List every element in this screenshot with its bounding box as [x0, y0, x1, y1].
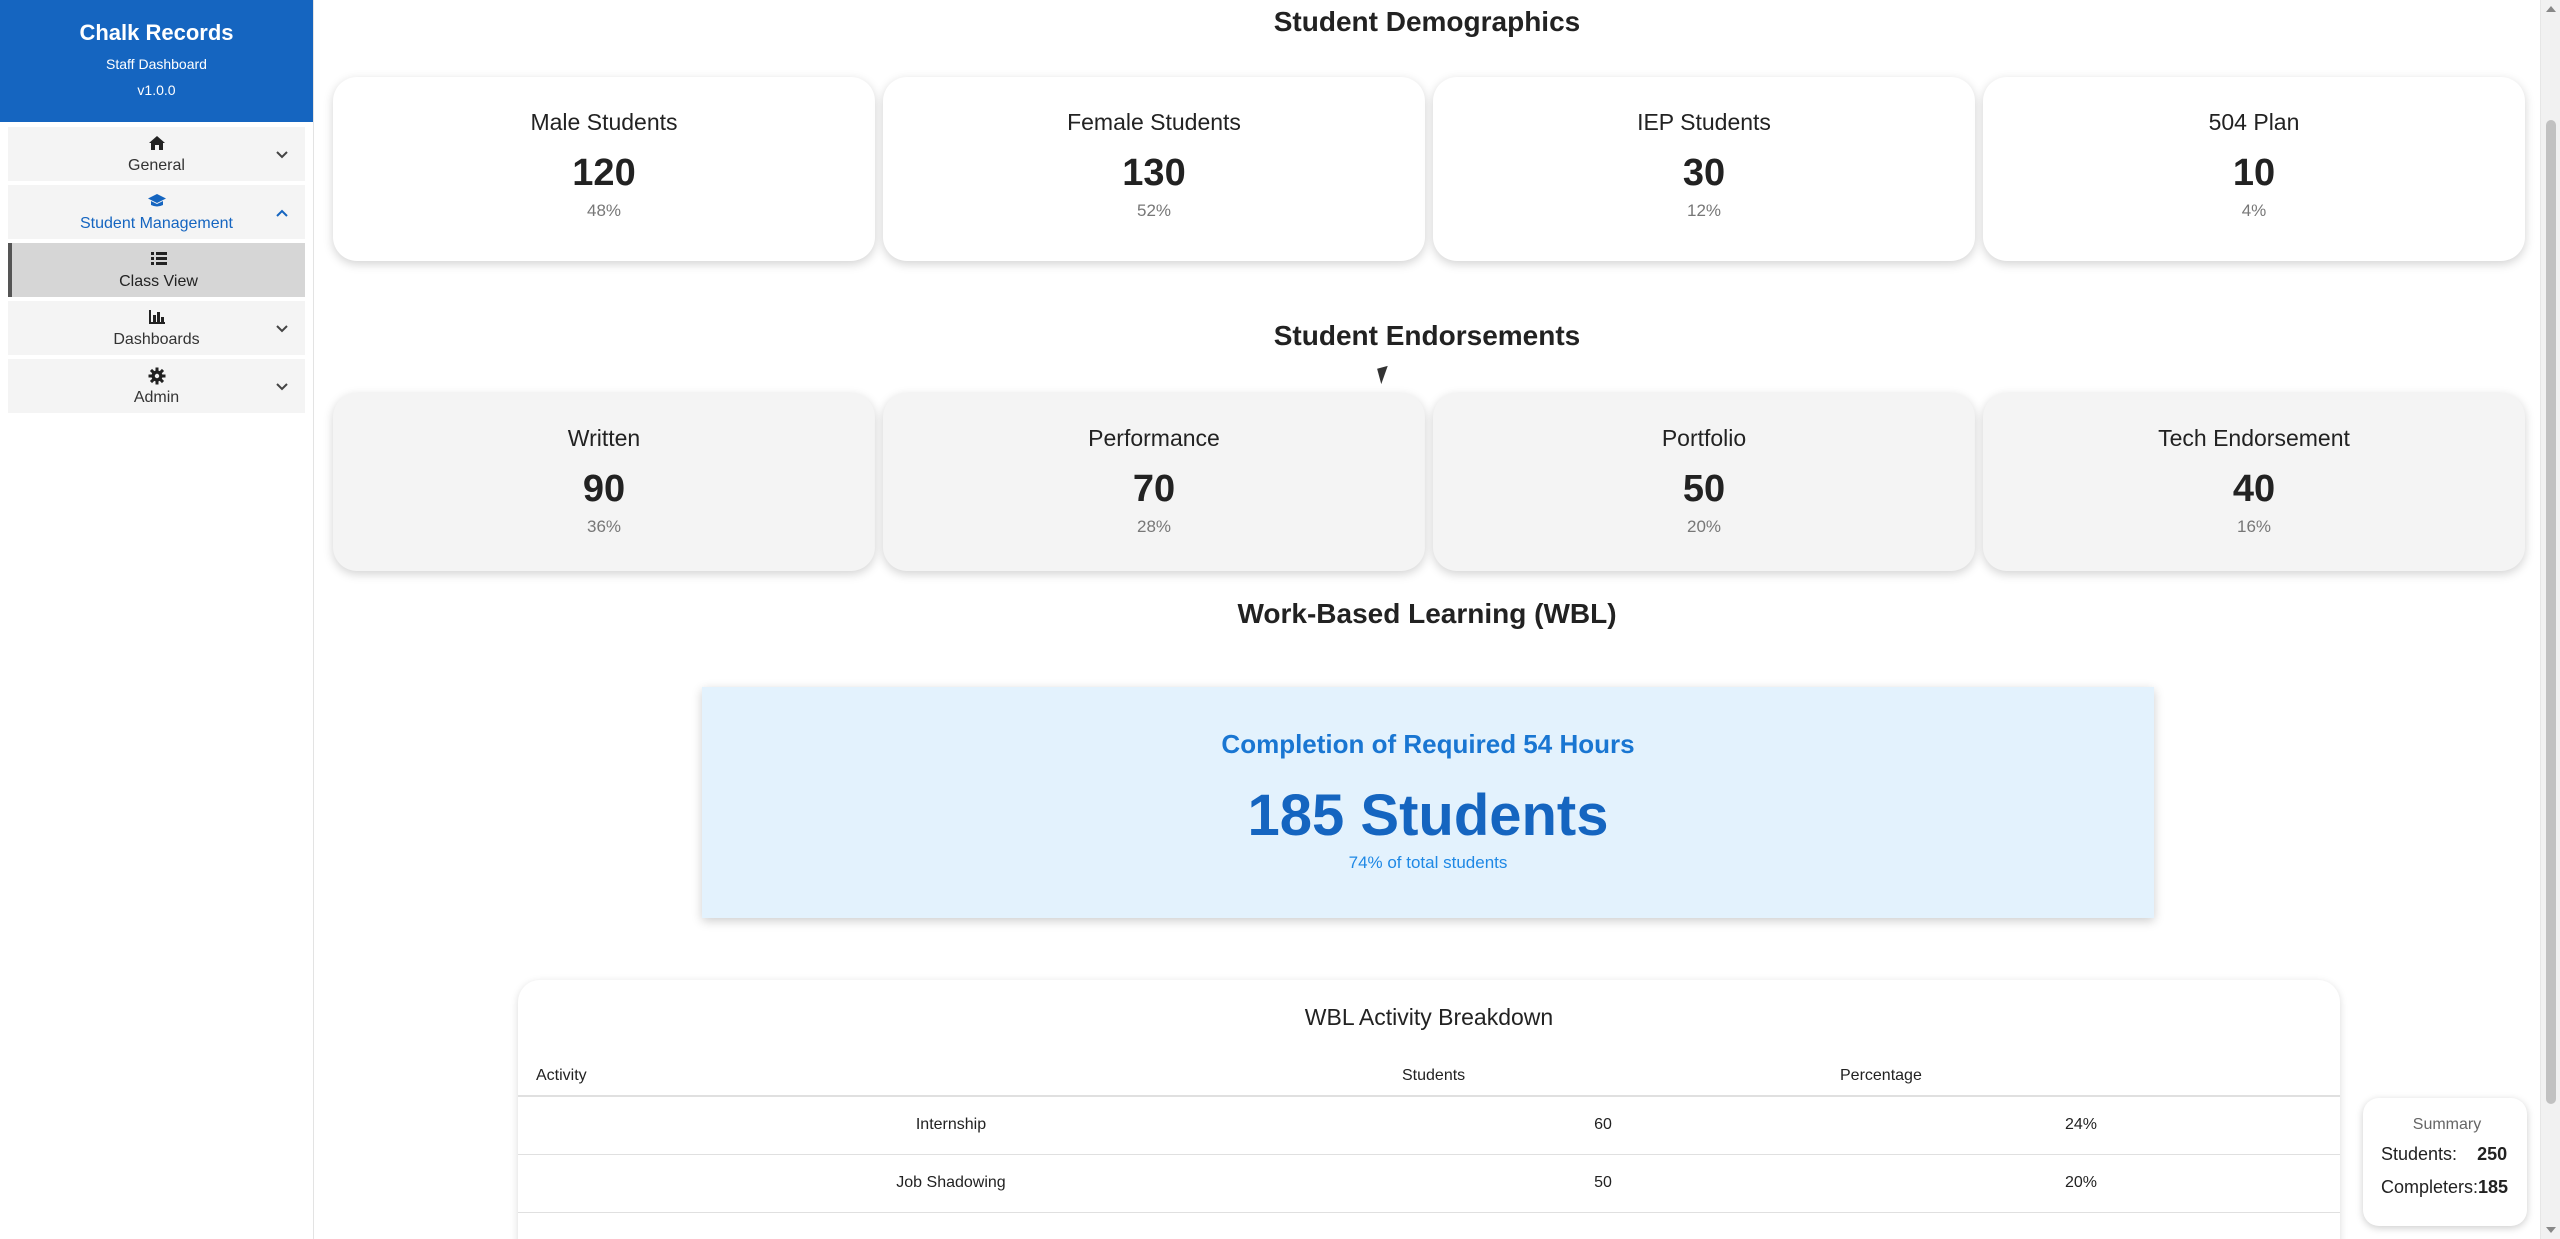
chevron-down-icon[interactable] [275, 147, 289, 163]
chevron-up-icon[interactable] [275, 205, 289, 221]
cell-percentage: 24% [1822, 1096, 2340, 1155]
stat-value: 50 [1682, 468, 1726, 510]
gear-icon [8, 359, 305, 389]
wbl-breakdown-title: WBL Activity Breakdown [1304, 1004, 1554, 1030]
stat-label: Tech Endorsement [2158, 425, 2350, 451]
stat-percent: 36% [586, 517, 622, 536]
stat-value: 30 [1682, 152, 1726, 194]
stat-label: Performance [1088, 425, 1220, 451]
stat-label: 504 Plan [2208, 109, 2300, 135]
table-row: Job Shadowing 50 20% [518, 1154, 2340, 1213]
sidebar-item-admin[interactable]: Admin [8, 359, 305, 413]
stat-value: 120 [572, 152, 636, 194]
stat-label: IEP Students [1637, 109, 1771, 135]
stat-card-iep: IEP Students 30 12% [1433, 77, 1975, 261]
stat-card-tech-endorsement: Tech Endorsement 40 16% [1983, 393, 2525, 571]
sidebar: Chalk Records Staff Dashboard v1.0.0 Gen… [0, 0, 314, 1239]
summary-completers-row: Completers:185 [2381, 1177, 2513, 1198]
sidebar-item-label: General [128, 157, 185, 174]
stat-percent: 16% [2236, 517, 2272, 536]
stat-percent: 20% [1686, 517, 1722, 536]
scroll-up-arrow-icon[interactable] [2546, 6, 2556, 12]
endorsements-title: Student Endorsements [1273, 320, 1581, 351]
cell-activity: Internship [518, 1096, 1384, 1155]
wbl-completion-value: 185 Students [1247, 783, 1609, 848]
sidebar-item-label: Admin [133, 389, 180, 406]
stat-percent: 48% [586, 201, 622, 220]
stat-card-female: Female Students 130 52% [883, 77, 1425, 261]
app-title: Chalk Records [79, 20, 234, 45]
summary-widget: Summary Students: 250 Completers:185 [2363, 1098, 2527, 1226]
bar-chart-icon [8, 301, 305, 331]
sidebar-item-general[interactable]: General [8, 127, 305, 181]
stat-card-portfolio: Portfolio 50 20% [1433, 393, 1975, 571]
wbl-completion-title: Completion of Required 54 Hours [1221, 729, 1635, 759]
stat-percent: 12% [1686, 201, 1722, 220]
wbl-breakdown-card: WBL Activity Breakdown Activity Students… [518, 980, 2340, 1239]
column-header-percentage[interactable]: Percentage [1822, 1056, 2340, 1097]
stat-label: Female Students [1067, 109, 1241, 135]
graduation-cap-icon [8, 185, 305, 215]
table-row: Internship 60 24% [518, 1096, 2340, 1155]
home-icon [8, 127, 305, 157]
demographics-title: Student Demographics [1273, 6, 1581, 37]
stat-percent: 52% [1136, 201, 1172, 220]
sidebar-nav: General Student Management Class View Da… [0, 122, 313, 413]
wbl-completion-card: Completion of Required 54 Hours 185 Stud… [702, 687, 2154, 918]
stat-card-male: Male Students 120 48% [333, 77, 875, 261]
cell-students: 60 [1384, 1096, 1822, 1155]
summary-students-row: Students: 250 [2381, 1144, 2513, 1165]
page-scrollbar[interactable] [2540, 0, 2560, 1239]
sidebar-item-student-management[interactable]: Student Management [8, 185, 305, 239]
stat-value: 70 [1132, 468, 1176, 510]
wbl-breakdown-table: Activity Students Percentage Internship … [518, 1056, 2340, 1213]
cell-activity: Job Shadowing [518, 1154, 1384, 1213]
summary-students-label: Students: [2381, 1144, 2458, 1164]
stat-label: Portfolio [1661, 425, 1747, 451]
stat-card-performance: Performance 70 28% [883, 393, 1425, 571]
wbl-completion-subtext: 74% of total students [1348, 853, 1508, 872]
brand-header: Chalk Records Staff Dashboard v1.0.0 [0, 0, 313, 122]
sidebar-item-label: Dashboards [113, 331, 200, 348]
stat-label: Male Students [530, 109, 678, 135]
column-header-students[interactable]: Students [1384, 1056, 1822, 1097]
scroll-down-arrow-icon[interactable] [2546, 1227, 2556, 1233]
scrollbar-thumb[interactable] [2546, 120, 2556, 1104]
summary-completers-value: 185 [2478, 1177, 2509, 1197]
stat-value: 90 [582, 468, 626, 510]
stat-label: Written [567, 425, 641, 451]
stat-card-written: Written 90 36% [333, 393, 875, 571]
stat-percent: 28% [1136, 517, 1172, 536]
stat-value: 40 [2232, 468, 2276, 510]
stat-value: 10 [2232, 152, 2276, 194]
sidebar-item-label: Student Management [80, 215, 233, 232]
cell-percentage: 20% [1822, 1154, 2340, 1213]
table-header-row: Activity Students Percentage [518, 1056, 2340, 1097]
summary-title: Summary [2412, 1116, 2482, 1133]
app-version: v1.0.0 [137, 82, 176, 98]
summary-completers-label: Completers: [2381, 1177, 2479, 1197]
main-content: Student Demographics Male Students 120 4… [314, 0, 2540, 1239]
sidebar-item-label: Class View [119, 273, 198, 290]
cell-students: 50 [1384, 1154, 1822, 1213]
stat-value: 130 [1122, 152, 1186, 194]
sidebar-item-class-view[interactable]: Class View [8, 243, 305, 297]
list-icon [12, 243, 305, 273]
app-subtitle: Staff Dashboard [106, 56, 207, 72]
summary-students-value: 250 [2477, 1144, 2508, 1164]
chevron-down-icon[interactable] [275, 321, 289, 337]
sidebar-item-dashboards[interactable]: Dashboards [8, 301, 305, 355]
column-header-activity[interactable]: Activity [518, 1056, 1384, 1097]
stat-percent: 4% [2241, 201, 2267, 220]
wbl-title: Work-Based Learning (WBL) [1237, 598, 1617, 629]
chevron-down-icon[interactable] [275, 379, 289, 395]
stat-card-504: 504 Plan 10 4% [1983, 77, 2525, 261]
